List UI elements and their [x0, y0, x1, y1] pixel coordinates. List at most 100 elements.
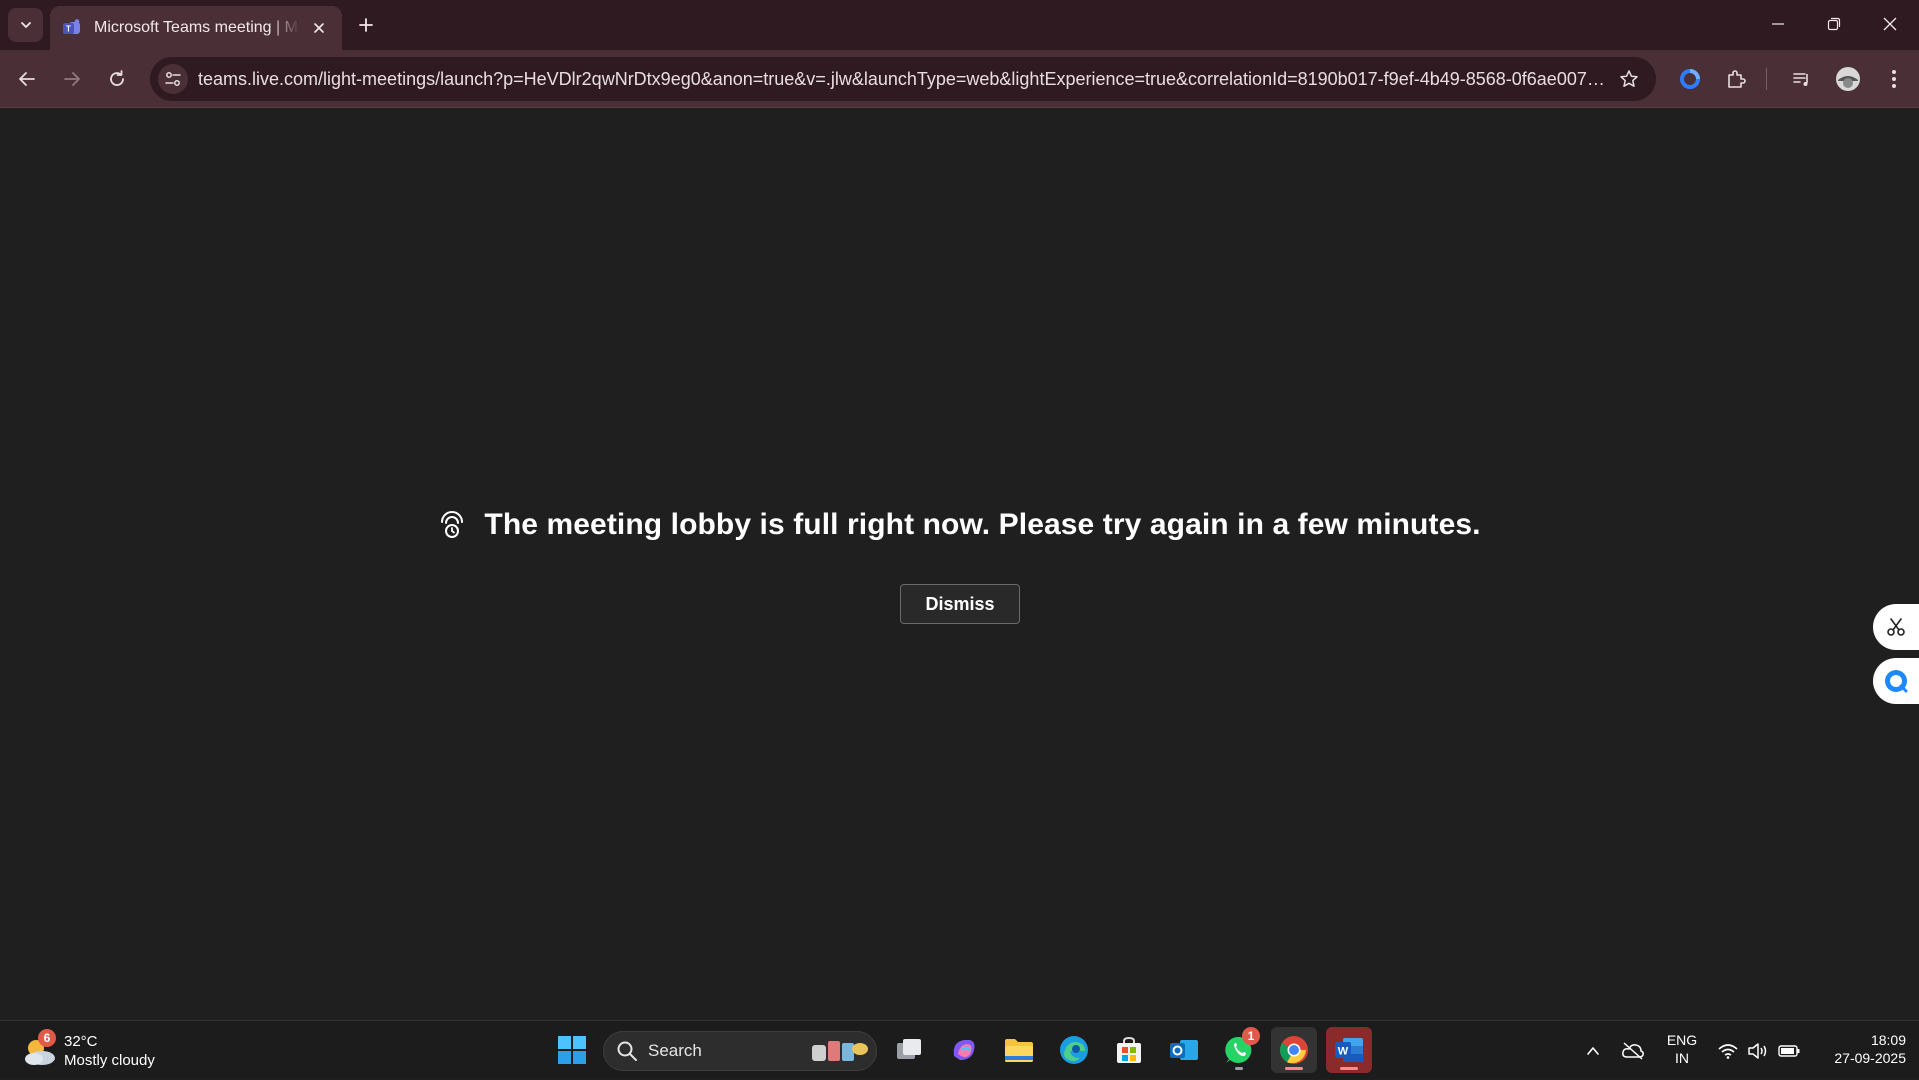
browser-tabstrip: T Microsoft Teams meeting | Microsoft Te… [0, 0, 1919, 50]
clock[interactable]: 18:09 27-09-2025 [1810, 1031, 1906, 1067]
chat-assistant-icon [1885, 670, 1908, 693]
close-icon [1883, 17, 1897, 31]
edge-button[interactable] [1051, 1027, 1097, 1073]
browser-toolbar: teams.live.com/light-meetings/launch?p=H… [0, 50, 1919, 108]
lobby-wait-icon [438, 510, 466, 540]
outlook-icon [1170, 1040, 1198, 1060]
language-region: IN [1675, 1050, 1689, 1066]
more-vertical-icon [1892, 70, 1896, 88]
search-label: Search [648, 1041, 702, 1060]
chrome-button[interactable] [1271, 1027, 1317, 1073]
partly-cloudy-icon: 6 [20, 1029, 60, 1071]
bookmark-button[interactable] [1614, 64, 1644, 94]
chrome-menu-button[interactable] [1878, 63, 1910, 95]
weather-badge: 6 [38, 1029, 56, 1047]
restore-icon [1827, 17, 1841, 31]
extensions-button[interactable] [1720, 63, 1752, 95]
profile-button[interactable] [1832, 63, 1864, 95]
word-button[interactable]: W [1326, 1027, 1372, 1073]
back-button[interactable] [10, 62, 44, 96]
tune-icon [165, 72, 181, 86]
wifi-status[interactable] [1714, 1021, 1742, 1080]
url-text[interactable]: teams.live.com/light-meetings/launch?p=H… [198, 69, 1606, 90]
tab-title: Microsoft Teams meeting | Microsoft Team… [94, 19, 300, 36]
lobby-full-text: The meeting lobby is full right now. Ple… [484, 508, 1481, 541]
teams-icon: T [63, 19, 80, 34]
clock-date: 27-09-2025 [1834, 1050, 1906, 1066]
playlist-icon [1793, 73, 1808, 86]
wifi-icon [1718, 1043, 1738, 1059]
running-indicator [1235, 1067, 1243, 1070]
minimize-icon [1772, 23, 1784, 25]
language-indicator[interactable]: ENG IN [1660, 1031, 1704, 1067]
task-view-button[interactable] [886, 1027, 932, 1073]
puzzle-icon [1728, 70, 1746, 88]
dismiss-button[interactable]: Dismiss [900, 584, 1020, 624]
word-icon: W [1335, 1038, 1363, 1062]
whatsapp-button[interactable]: 1 [1216, 1027, 1262, 1073]
media-controls-button[interactable] [1786, 63, 1818, 95]
windows-taskbar: 6 32°C Mostly cloudy Search 1 W ENG IN 1… [0, 1020, 1919, 1079]
restore-button[interactable] [1806, 0, 1862, 48]
whatsapp-badge: 1 [1242, 1027, 1260, 1045]
screenshot-tool-button[interactable] [1873, 604, 1919, 650]
address-bar[interactable]: teams.live.com/light-meetings/launch?p=H… [150, 57, 1656, 101]
start-button[interactable] [549, 1027, 595, 1073]
weather-condition-text: Mostly cloudy [64, 1052, 155, 1069]
tab-search-button[interactable] [8, 8, 43, 42]
tab-teams-meeting[interactable]: T Microsoft Teams meeting | Microsoft Te… [50, 6, 342, 50]
search-icon [617, 1041, 637, 1061]
tab-close-button[interactable] [308, 17, 330, 39]
outlook-button[interactable] [1161, 1027, 1207, 1073]
windows-logo-icon [558, 1036, 586, 1064]
cloud-off-icon [1622, 1041, 1644, 1060]
chrome-icon [1280, 1036, 1308, 1064]
active-indicator [1340, 1067, 1358, 1070]
volume-status[interactable] [1744, 1021, 1772, 1080]
show-hidden-icons-button[interactable] [1578, 1021, 1608, 1080]
forward-button[interactable] [55, 62, 89, 96]
chevron-up-icon [1587, 1046, 1599, 1055]
language-code: ENG [1666, 1032, 1698, 1048]
plus-icon [359, 18, 373, 32]
onedrive-button[interactable] [1616, 1021, 1650, 1080]
folder-icon [1005, 1039, 1033, 1062]
microsoft-store-button[interactable] [1106, 1027, 1152, 1073]
active-indicator [1285, 1067, 1303, 1070]
temperature-text: 32°C [64, 1033, 98, 1050]
store-icon [1117, 1036, 1141, 1063]
close-icon [314, 23, 324, 33]
clock-time: 18:09 [1870, 1032, 1906, 1048]
edge-icon [1060, 1036, 1088, 1064]
search-highlight-image [812, 1041, 868, 1061]
svg-text:W: W [1338, 1046, 1349, 1058]
chevron-down-icon [20, 22, 31, 28]
assistant-float-button[interactable] [1873, 658, 1919, 704]
taskbar-search[interactable]: Search [603, 1031, 877, 1071]
close-window-button[interactable] [1862, 0, 1918, 48]
lobby-full-message: The meeting lobby is full right now. Ple… [0, 508, 1919, 542]
new-tab-button[interactable] [352, 11, 380, 39]
scissors-icon [1887, 618, 1905, 636]
toolbar-separator [1766, 68, 1767, 90]
site-info-button[interactable] [158, 64, 188, 94]
avatar [1836, 67, 1860, 91]
copilot-ring-icon [1680, 69, 1700, 89]
battery-icon [1778, 1044, 1800, 1057]
reload-icon [110, 70, 124, 86]
copilot-icon [953, 1040, 975, 1060]
arrow-right-icon [64, 72, 80, 86]
task-view-icon [897, 1039, 921, 1059]
volume-icon [1748, 1042, 1767, 1059]
extension-button[interactable] [1674, 63, 1706, 95]
file-explorer-button[interactable] [996, 1027, 1042, 1073]
arrow-left-icon [19, 72, 35, 86]
svg-text:T: T [66, 25, 71, 34]
reload-button[interactable] [100, 62, 134, 96]
weather-widget[interactable]: 6 32°C Mostly cloudy [20, 1029, 155, 1073]
star-icon [1620, 70, 1638, 87]
copilot-button[interactable] [941, 1027, 987, 1073]
battery-status[interactable] [1774, 1021, 1804, 1080]
minimize-button[interactable] [1750, 0, 1806, 48]
page-content: The meeting lobby is full right now. Ple… [0, 108, 1919, 1020]
